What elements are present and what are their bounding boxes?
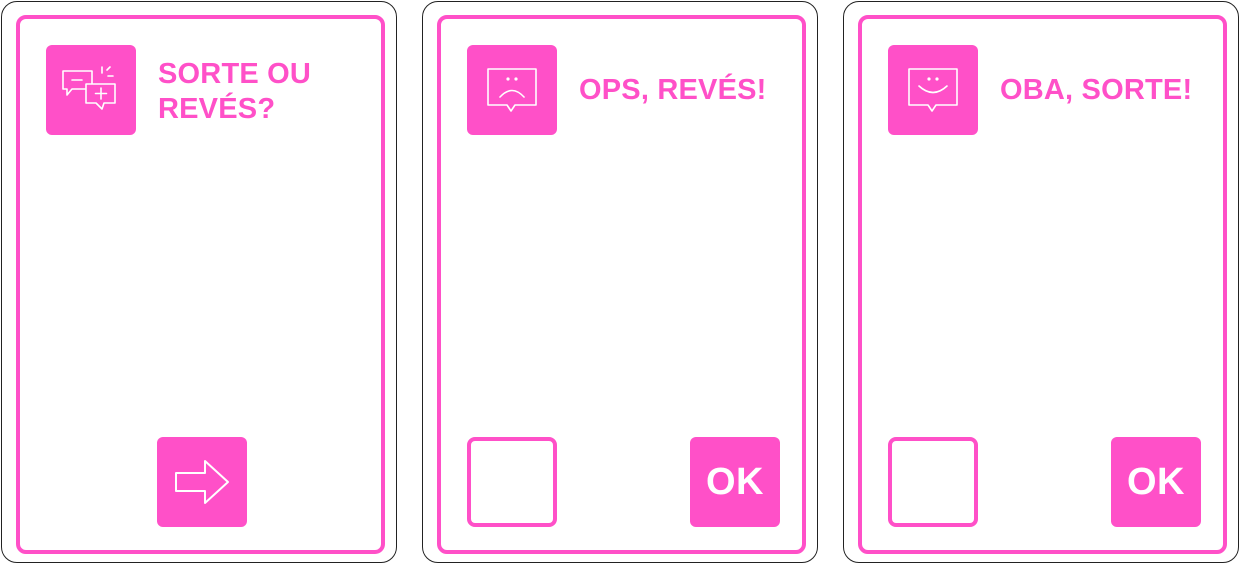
ok-button[interactable]: OK xyxy=(1111,437,1201,527)
card-title: SORTE OU REVÉS? xyxy=(158,58,312,125)
arrow-right-icon xyxy=(175,460,229,504)
card-oba-sorte: OBA, SORTE! OK xyxy=(843,1,1239,563)
card-frame: OBA, SORTE! OK xyxy=(858,15,1227,554)
card-frame: SORTE OU REVÉS? xyxy=(16,15,385,554)
card-ops-reves: OPS, REVÉS! OK xyxy=(422,1,818,563)
happy-speech-bubble-icon xyxy=(908,68,958,112)
next-button[interactable] xyxy=(157,437,247,527)
sad-speech-bubble-icon xyxy=(487,68,537,112)
empty-card-slot[interactable] xyxy=(888,437,978,527)
empty-card-slot[interactable] xyxy=(467,437,557,527)
ok-button[interactable]: OK xyxy=(690,437,780,527)
card-icon-tile xyxy=(888,45,978,135)
card-icon-tile xyxy=(467,45,557,135)
card-sorte-ou-reves: SORTE OU REVÉS? xyxy=(1,1,397,563)
card-title: OPS, REVÉS! xyxy=(579,74,767,106)
card-frame: OPS, REVÉS! OK xyxy=(437,15,806,554)
card-icon-tile xyxy=(46,45,136,135)
card-title: OBA, SORTE! xyxy=(1000,74,1193,106)
chat-plus-minus-icon xyxy=(62,66,116,110)
